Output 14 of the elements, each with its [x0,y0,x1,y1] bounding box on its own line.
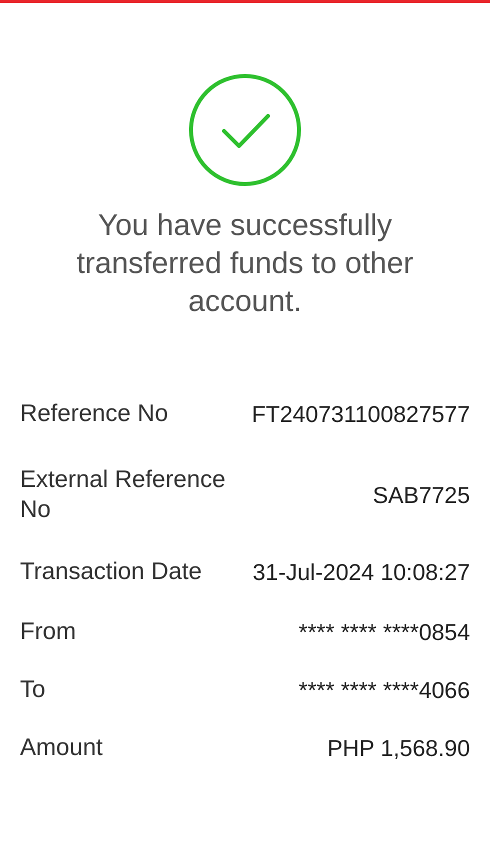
detail-label: Amount [20,733,104,763]
detail-value: FT240731100827577 [250,400,470,429]
detail-label: Reference No [20,399,170,429]
detail-value: **** **** ****0854 [298,618,470,647]
detail-value: **** **** ****4066 [298,676,470,705]
detail-value: SAB7725 [372,481,470,510]
success-message: You have successfully transferred funds to other account. [76,208,414,320]
detail-label: From [20,617,77,647]
detail-label: External Reference No [20,465,226,525]
detail-label: To [20,675,46,705]
detail-value: PHP 1,568.90 [326,734,470,763]
detail-label: Transaction Date [20,557,203,587]
checkmark-icon [188,73,302,187]
detail-value: 31-Jul-2024 10:08:27 [252,558,470,587]
